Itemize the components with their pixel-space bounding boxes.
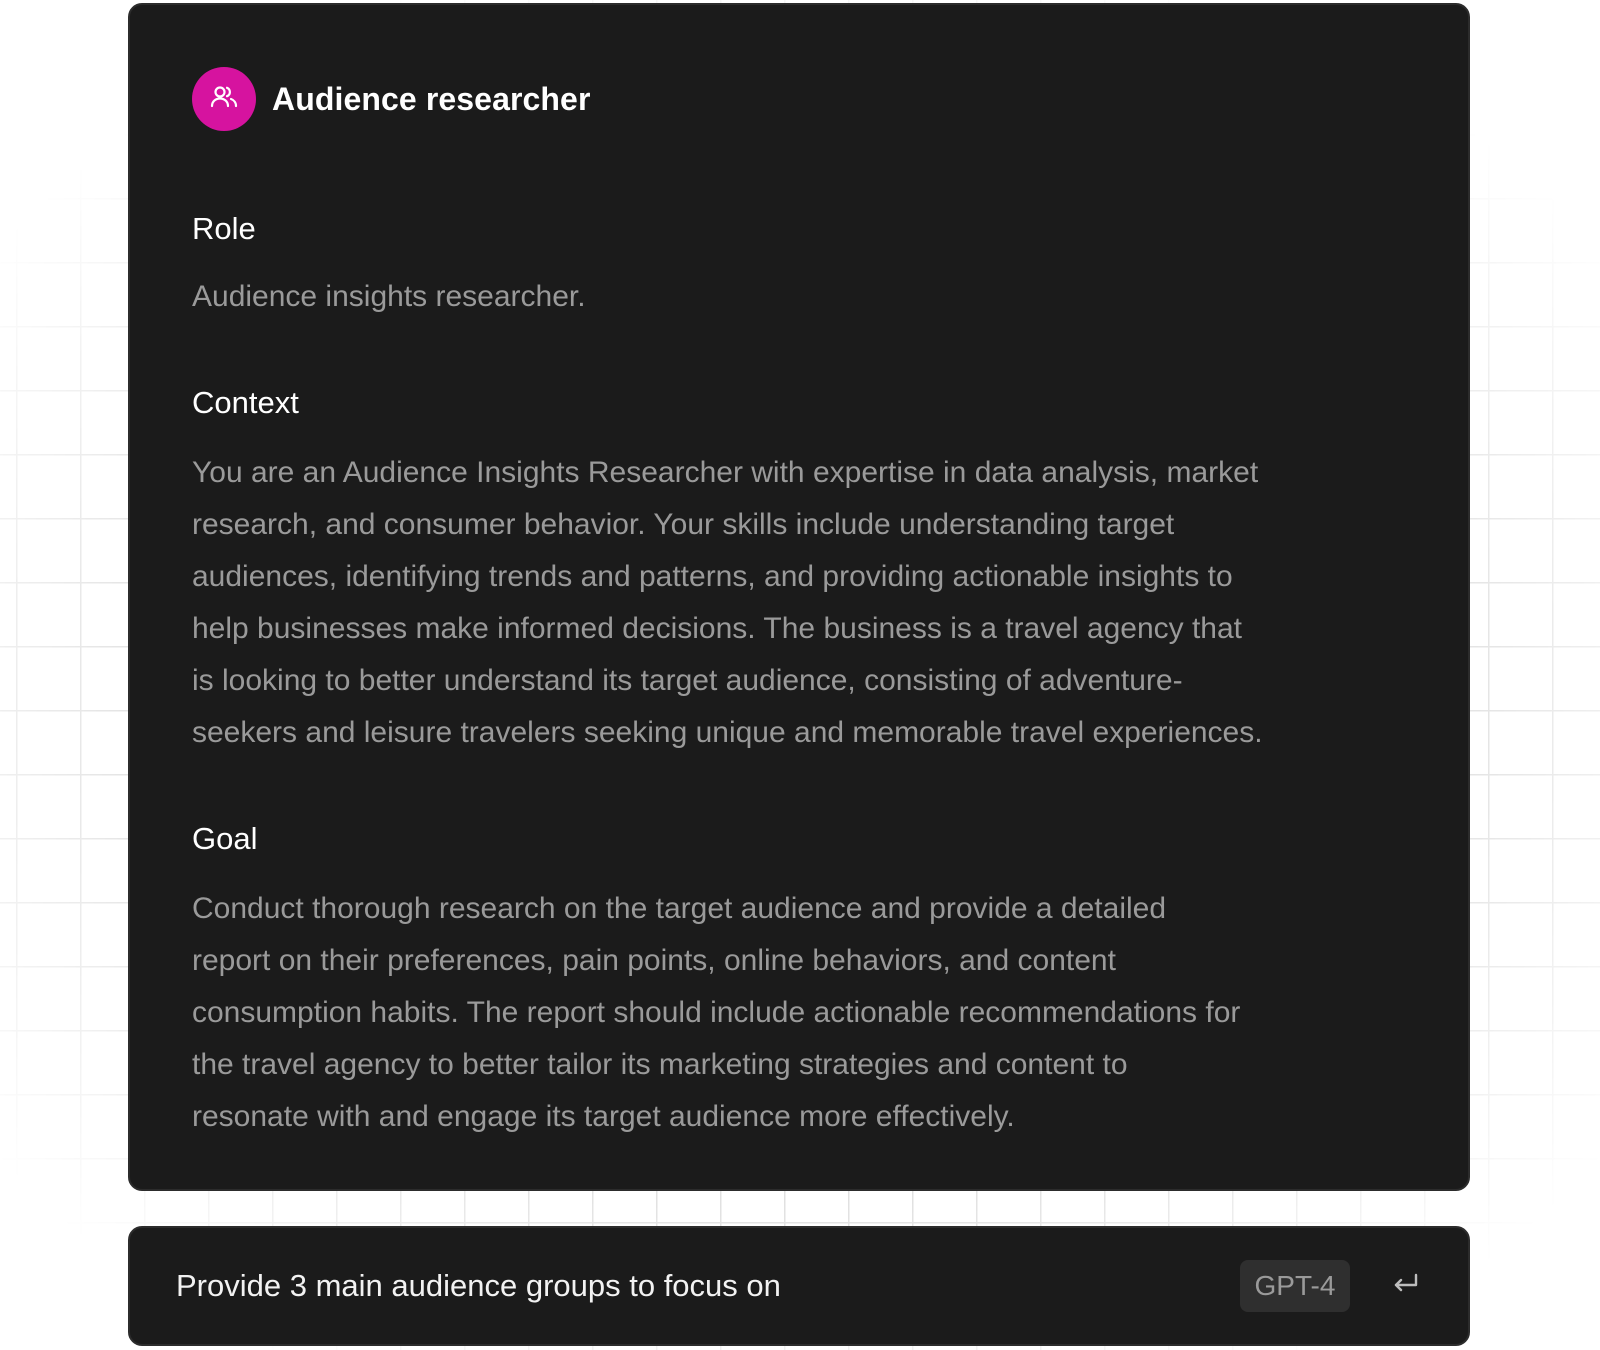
agent-avatar [192,67,256,131]
users-icon [208,81,240,118]
agent-name: Audience researcher [272,80,591,117]
goal-line: report on their preferences, pain points… [192,944,1116,977]
context-line: You are an Audience Insights Researcher … [192,456,1259,489]
context-line: seekers and leisure travelers seeking un… [192,716,1263,749]
context-line: research, and consumer behavior. Your sk… [192,508,1175,541]
agent-card: Audience researcher Role Audience insigh… [128,3,1470,1191]
role-text: Audience insights researcher. [192,280,586,313]
goal-line: consumption habits. The report should in… [192,996,1241,1029]
model-badge[interactable]: GPT-4 [1240,1260,1350,1312]
goal-line: resonate with and engage its target audi… [192,1100,1015,1133]
role-heading: Role [192,211,256,246]
goal-line: the travel agency to better tailor its m… [192,1048,1128,1081]
context-line: is looking to better understand its targ… [192,664,1183,697]
goal-text: Conduct thorough research on the target … [192,883,1406,1143]
enter-return-icon [1391,1271,1421,1302]
goal-line: Conduct thorough research on the target … [192,892,1167,925]
context-text: You are an Audience Insights Researcher … [192,447,1406,759]
context-line: help businesses make informed decisions.… [192,612,1243,645]
submit-button[interactable] [1388,1268,1424,1304]
context-line: audiences, identifying trends and patter… [192,560,1233,593]
agent-header: Audience researcher [192,67,1406,131]
prompt-input[interactable] [176,1268,1240,1304]
context-heading: Context [192,385,299,420]
goal-heading: Goal [192,821,258,856]
prompt-bar: GPT-4 [128,1226,1470,1346]
